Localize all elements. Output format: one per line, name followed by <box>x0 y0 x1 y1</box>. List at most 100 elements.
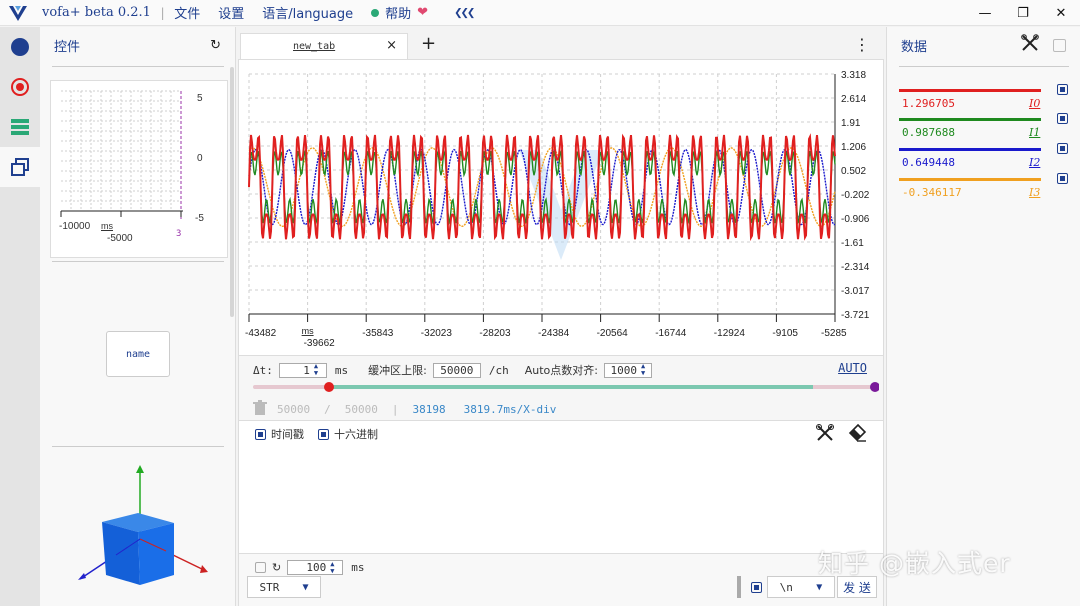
y-tick-label: -0.202 <box>841 190 870 201</box>
add-tab-button[interactable]: + <box>421 33 436 54</box>
waveform-canvas: 3.318 2.614 1.91 1.206 0.502 -0.202 -0.906 -1.6… <box>245 70 870 349</box>
line-end-value: \n <box>779 580 793 594</box>
status-dot-icon <box>371 8 380 17</box>
hex-label: 十六进制 <box>334 428 378 441</box>
stat-total: 50000 <box>277 403 311 416</box>
tools-icon[interactable] <box>1021 34 1039 56</box>
line-end-checkbox[interactable] <box>751 582 762 593</box>
name-button-widget[interactable]: name <box>106 331 170 377</box>
list-icon <box>11 119 29 135</box>
3d-cube-widget[interactable] <box>56 447 220 605</box>
timestamp-checkbox[interactable] <box>255 428 266 440</box>
windows-icon <box>11 158 29 176</box>
rail-record-button[interactable] <box>0 67 40 107</box>
menu-settings[interactable]: 设置 <box>218 3 244 22</box>
stat-total2: 50000 <box>344 403 378 416</box>
channel-name[interactable]: I2 <box>1029 156 1040 169</box>
rail-widgets-button[interactable] <box>0 147 40 187</box>
menu-help-label: 帮助 <box>385 7 412 22</box>
channel-name[interactable]: I3 <box>1029 186 1040 199</box>
mini-x-unit: ms <box>101 221 113 231</box>
minimize-button[interactable]: — <box>966 0 1004 26</box>
buffer-stats: 50000 / 50000 | 38198 3819.7ms/X-div <box>253 400 556 419</box>
tab-new-tab[interactable]: new_tab × <box>240 33 408 59</box>
buffer-input[interactable]: 50000 <box>432 362 481 378</box>
more-options-icon[interactable]: ⋮ <box>854 35 870 54</box>
rail-connection-button[interactable] <box>0 27 40 67</box>
auto-button[interactable]: AUTO <box>838 361 867 375</box>
channel-value: 1.296705 <box>902 97 955 110</box>
menu-help[interactable]: 帮助 ❤ <box>371 3 428 22</box>
left-rail <box>0 27 40 606</box>
y-tick-label: 1.91 <box>841 118 861 129</box>
menu-file[interactable]: 文件 <box>174 3 200 22</box>
channel-name[interactable]: I1 <box>1029 126 1040 139</box>
channel-visible-checkbox[interactable] <box>1057 143 1068 154</box>
channel-row[interactable]: -0.346117 I3 <box>899 173 1073 208</box>
watermark: 知乎 @嵌入式er <box>818 549 1011 578</box>
channel-visible-checkbox[interactable] <box>1057 113 1068 124</box>
mini-marker-label: 3 <box>176 229 182 239</box>
channel-color-line <box>899 118 1041 121</box>
align-stepper[interactable]: 1000 ▲ ▼ <box>603 362 652 378</box>
mini-y-tick: 0 <box>197 153 203 164</box>
y-tick-label: 2.614 <box>841 94 866 105</box>
channel-row[interactable]: 0.649448 I2 <box>899 143 1073 178</box>
menu-language[interactable]: 语言/language <box>262 3 353 22</box>
buffer-label: 缓冲区上限: <box>368 364 427 377</box>
mini-y-tick: -5 <box>195 213 204 224</box>
rail-data-button[interactable] <box>0 107 40 147</box>
trash-icon[interactable] <box>253 400 267 419</box>
receive-area[interactable]: 时间戳 十六进制 <box>238 420 884 554</box>
timestamp-option[interactable]: 时间戳 <box>255 426 304 442</box>
vofa-logo-icon <box>0 0 36 26</box>
spin-arrows-icon[interactable]: ▲ ▼ <box>314 363 318 377</box>
record-icon <box>11 78 29 96</box>
channel-color-line <box>899 178 1041 181</box>
waveform-plot[interactable]: 3.318 2.614 1.91 1.206 0.502 -0.202 -0.906 -1.6… <box>238 59 884 356</box>
hex-option[interactable]: 十六进制 <box>318 426 378 442</box>
channel-row[interactable]: 1.296705 I0 <box>899 84 1073 119</box>
range-slider[interactable] <box>253 382 879 392</box>
mini-x-tick: -5000 <box>107 233 133 244</box>
select-all-checkbox[interactable] <box>1053 38 1066 52</box>
send-timer-row: ↻ 100 ▲ ▼ ms <box>255 560 364 575</box>
channel-color-line <box>899 148 1041 151</box>
close-tab-icon[interactable]: × <box>386 38 397 53</box>
slider-start-handle <box>324 382 334 392</box>
spin-arrows-icon[interactable]: ▲ ▼ <box>641 363 645 377</box>
hex-checkbox[interactable] <box>318 428 329 440</box>
eraser-icon[interactable] <box>847 423 867 446</box>
widgets-panel: 控件 ↻ -10000 ms -5000 3 5 0 -5 name <box>40 27 236 606</box>
x-tick-label: -39662 <box>304 338 336 349</box>
spin-arrows-icon[interactable]: ▲ ▼ <box>330 560 334 575</box>
auto-send-checkbox[interactable] <box>255 562 266 573</box>
left-panel-scrollbar[interactable] <box>230 67 234 317</box>
widgets-panel-title: 控件 <box>54 39 81 55</box>
collapse-chevrons-icon[interactable]: ❮❮❮ <box>454 5 475 21</box>
dt-stepper[interactable]: 1 ▲ ▼ <box>278 362 327 378</box>
align-value: 1000 <box>610 363 637 377</box>
format-select[interactable]: STR ▼ <box>247 576 321 598</box>
channel-visible-checkbox[interactable] <box>1057 173 1068 184</box>
channel-name[interactable]: I0 <box>1029 97 1040 110</box>
refresh-icon[interactable]: ↻ <box>210 38 221 53</box>
close-window-button[interactable]: ✕ <box>1042 0 1080 26</box>
dt-label: Δt: <box>253 363 273 377</box>
channel-row[interactable]: 0.987688 I1 <box>899 113 1073 148</box>
channel-visible-checkbox[interactable] <box>1057 84 1068 95</box>
stat-xdiv: 3819.7ms/X-div <box>463 403 557 416</box>
format-value: STR <box>259 580 280 594</box>
tools-icon[interactable] <box>815 423 835 446</box>
y-tick-label: 0.502 <box>841 166 866 177</box>
receive-options: 时间戳 十六进制 <box>255 426 392 442</box>
interval-stepper[interactable]: 100 ▲ ▼ <box>287 560 344 575</box>
restore-button[interactable]: ❐ <box>1004 0 1042 26</box>
channel-value: 0.987688 <box>902 126 955 139</box>
tab-label: new_tab <box>293 41 336 52</box>
dt-value: 1 <box>303 363 310 377</box>
x-tick-label: -24384 <box>538 328 570 339</box>
mini-plot-widget[interactable]: -10000 ms -5000 3 5 0 -5 <box>50 80 228 258</box>
x-tick-label: -20564 <box>597 328 629 339</box>
x-tick-label: -16744 <box>655 328 687 339</box>
